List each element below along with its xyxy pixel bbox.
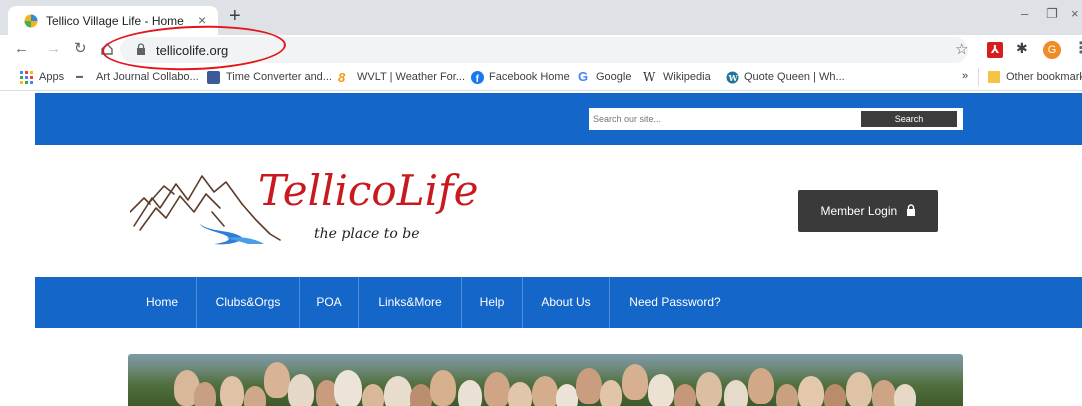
minimize-icon[interactable]: – xyxy=(1021,6,1028,21)
lock-icon xyxy=(137,43,145,55)
bookmark-wvlt[interactable]: WVLT | Weather For... xyxy=(357,71,465,83)
search-button[interactable]: Search xyxy=(861,111,957,127)
bookmarks-divider xyxy=(978,68,979,86)
nav-links-more[interactable]: Links&More xyxy=(359,277,461,328)
browser-toolbar: ← → ↻ tellicolife.org xyxy=(0,35,1082,65)
bookmarks-overflow-icon[interactable]: » xyxy=(962,70,968,82)
profile-avatar[interactable]: G xyxy=(1043,41,1061,59)
back-icon[interactable]: ← xyxy=(14,40,29,58)
restore-icon[interactable]: ❐ xyxy=(1046,6,1058,22)
svg-text:W: W xyxy=(728,73,739,83)
new-tab-button[interactable]: + xyxy=(229,5,241,27)
tab-title: Tellico Village Life - Home xyxy=(46,14,184,28)
forward-icon[interactable]: → xyxy=(46,40,61,58)
google-icon: G xyxy=(578,69,589,84)
reload-icon[interactable]: ↻ xyxy=(74,40,87,58)
bookmark-wikipedia[interactable]: Wikipedia xyxy=(663,71,711,83)
tab-close-icon[interactable]: × xyxy=(198,12,206,28)
close-window-icon[interactable]: × xyxy=(1071,6,1079,21)
bookmark-art-journal[interactable]: Art Journal Collabo... xyxy=(96,71,199,83)
member-login-button[interactable]: Member Login xyxy=(798,190,938,232)
wikipedia-icon: W xyxy=(643,70,656,84)
bookmark-quote-queen[interactable]: Quote Queen | Wh... xyxy=(744,71,845,83)
home-icon[interactable] xyxy=(100,42,114,56)
nav-help[interactable]: Help xyxy=(462,277,522,328)
nav-need-password[interactable]: Need Password? xyxy=(610,277,740,328)
star-icon[interactable]: ☆ xyxy=(955,40,968,58)
art-journal-icon: ▬ xyxy=(76,73,83,80)
other-bookmarks[interactable]: Other bookmarks xyxy=(1006,71,1082,83)
facebook-icon: f xyxy=(471,71,484,84)
bookmark-facebook[interactable]: Facebook Home xyxy=(489,71,570,83)
wvlt-icon: 8 xyxy=(338,70,346,85)
folder-icon xyxy=(988,71,1000,83)
site-logo-text[interactable]: TellicoLife xyxy=(258,166,478,215)
member-login-label: Member Login xyxy=(820,204,898,218)
browser-tab[interactable]: Tellico Village Life - Home × xyxy=(8,6,218,35)
tellico-favicon-icon xyxy=(24,14,38,28)
time-converter-icon xyxy=(207,71,220,84)
bookmark-google[interactable]: Google xyxy=(596,71,631,83)
nav-about-us[interactable]: About Us xyxy=(523,277,609,328)
site-logo-tagline: the place to be xyxy=(314,226,420,242)
pdf-extension-icon[interactable]: ⅄ xyxy=(987,42,1003,58)
address-bar[interactable]: tellicolife.org xyxy=(120,37,968,63)
apps-grid-icon xyxy=(20,71,33,84)
nav-home[interactable]: Home xyxy=(128,277,196,328)
wordpress-icon: W xyxy=(726,71,739,84)
kebab-menu-icon[interactable]: ⋮ xyxy=(1073,38,1082,58)
url-text: tellicolife.org xyxy=(156,43,229,58)
puzzle-icon[interactable]: ✱ xyxy=(1016,40,1028,57)
nav-clubs-orgs[interactable]: Clubs&Orgs xyxy=(197,277,299,328)
bookmark-apps[interactable]: Apps xyxy=(39,71,64,83)
bookmark-time-converter[interactable]: Time Converter and... xyxy=(226,71,332,83)
site-search-input[interactable] xyxy=(589,108,859,130)
nav-poa[interactable]: POA xyxy=(300,277,358,328)
hero-group-photo xyxy=(128,354,963,406)
padlock-icon xyxy=(906,204,915,216)
